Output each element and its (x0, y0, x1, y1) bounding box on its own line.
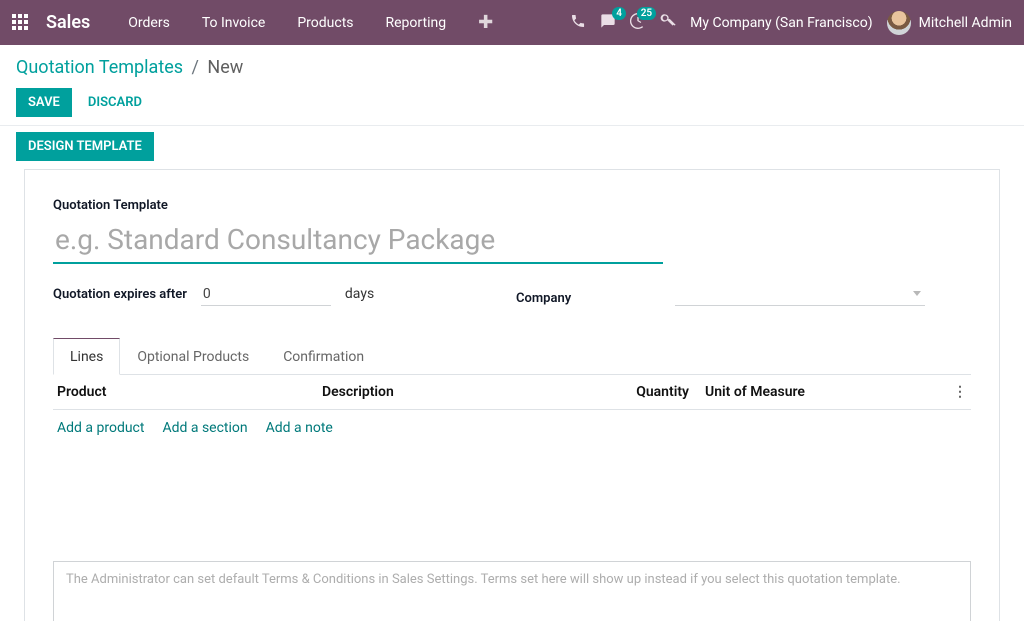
form-sheet: Quotation Template Quotation expires aft… (24, 169, 1000, 621)
breadcrumb-separator: / (192, 57, 199, 78)
design-template-button[interactable]: DESIGN TEMPLATE (16, 132, 154, 161)
col-header-uom: Unit of Measure (689, 384, 939, 400)
quotation-template-label: Quotation Template (53, 198, 971, 213)
chevron-down-icon (913, 291, 921, 296)
avatar (887, 11, 911, 35)
phone-icon[interactable] (570, 13, 586, 33)
terms-conditions-textarea[interactable]: The Administrator can set default Terms … (53, 561, 971, 621)
col-header-description: Description (322, 384, 619, 400)
breadcrumb-current: New (207, 57, 243, 78)
breadcrumb: Quotation Templates / New (16, 57, 1008, 78)
debug-tools-icon[interactable] (660, 13, 676, 33)
nav-to-invoice[interactable]: To Invoice (190, 0, 278, 45)
company-dropdown[interactable] (675, 282, 925, 306)
tab-lines[interactable]: Lines (53, 338, 120, 375)
col-header-product: Product (57, 384, 322, 400)
expires-after-label: Quotation expires after (53, 287, 187, 302)
add-section-link[interactable]: Add a section (162, 420, 247, 436)
save-button[interactable]: SAVE (16, 88, 72, 117)
messages-badge: 4 (612, 7, 626, 20)
activities-badge: 25 (637, 7, 656, 20)
expires-after-input[interactable] (201, 283, 331, 306)
apps-launcher-icon[interactable] (12, 14, 30, 32)
col-header-quantity: Quantity (619, 384, 689, 400)
topbar: Sales Orders To Invoice Products Reporti… (0, 0, 1024, 45)
breadcrumb-parent[interactable]: Quotation Templates (16, 57, 183, 78)
plus-icon[interactable]: ✚ (466, 12, 505, 33)
user-menu[interactable]: Mitchell Admin (887, 11, 1012, 35)
messages-icon[interactable]: 4 (600, 13, 616, 33)
nav-orders[interactable]: Orders (116, 0, 182, 45)
username: Mitchell Admin (919, 15, 1012, 31)
company-selector[interactable]: My Company (San Francisco) (690, 15, 872, 31)
tab-optional-products[interactable]: Optional Products (120, 338, 266, 375)
add-note-link[interactable]: Add a note (266, 420, 333, 436)
discard-button[interactable]: DISCARD (88, 95, 142, 110)
add-product-link[interactable]: Add a product (57, 420, 144, 436)
company-label: Company (516, 291, 571, 306)
app-brand[interactable]: Sales (46, 12, 90, 33)
main-scroll[interactable]: Quotation Templates / New SAVE DISCARD D… (0, 45, 1024, 621)
nav-products[interactable]: Products (285, 0, 365, 45)
activities-icon[interactable]: 25 (630, 13, 646, 33)
table-options-kebab-icon[interactable]: ⋮ (949, 384, 967, 400)
expires-unit: days (345, 286, 374, 302)
quotation-template-name-input[interactable] (53, 217, 663, 264)
tab-confirmation[interactable]: Confirmation (266, 338, 381, 375)
nav-reporting[interactable]: Reporting (374, 0, 459, 45)
